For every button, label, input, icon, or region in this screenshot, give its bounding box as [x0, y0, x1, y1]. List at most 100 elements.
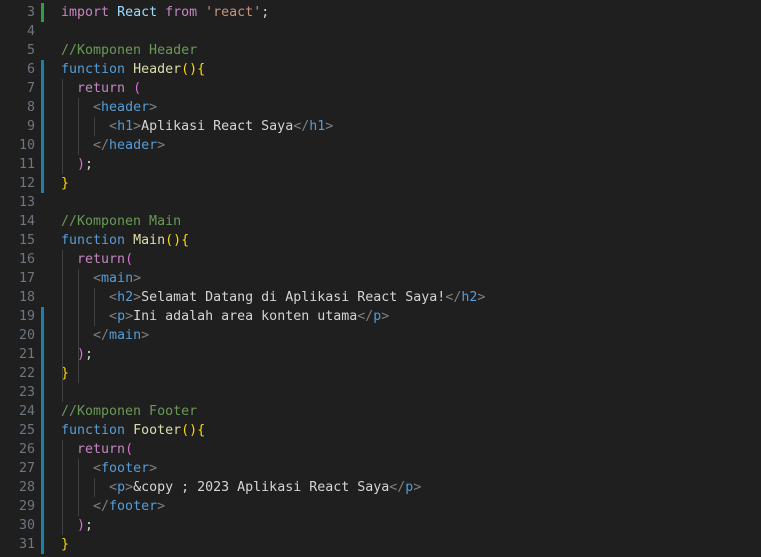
code-line[interactable]: 29 </footer>: [0, 497, 761, 516]
code-token: function: [61, 423, 126, 438]
code-token: header: [101, 100, 150, 115]
code-line[interactable]: 17 <main>: [0, 269, 761, 288]
gutter-modified-marker: [41, 383, 44, 402]
code-token: return: [77, 442, 126, 457]
code-line[interactable]: 13: [0, 193, 761, 212]
code-line[interactable]: 28 <p>&copy ; 2023 Aplikasi React Saya</…: [0, 478, 761, 497]
line-number: 4: [26, 24, 35, 39]
code-line[interactable]: 15 function Main(){: [0, 231, 761, 250]
code-line[interactable]: 9 <h1>Aplikasi React Saya</h1>: [0, 117, 761, 136]
code-token: >: [149, 100, 158, 115]
code-token: h2: [117, 290, 134, 305]
code-line[interactable]: 21 );: [0, 345, 761, 364]
code-token: (): [181, 423, 198, 438]
code-token: >: [133, 271, 142, 286]
code-token: </: [93, 328, 110, 343]
code-token: from: [165, 5, 198, 20]
line-number: 20: [18, 328, 35, 343]
code-line[interactable]: 26 return(: [0, 440, 761, 459]
code-line[interactable]: 8 <header>: [0, 98, 761, 117]
indent-guide: [94, 478, 95, 497]
line-number: 28: [18, 480, 35, 495]
code-token: header: [109, 138, 158, 153]
code-token: //Komponen Header: [61, 43, 198, 58]
code-token: >: [141, 328, 150, 343]
code-line[interactable]: 7 return (: [0, 79, 761, 98]
code-line[interactable]: 14 //Komponen Main: [0, 212, 761, 231]
code-token: <: [93, 461, 102, 476]
indent-guide: [78, 459, 79, 516]
code-line[interactable]: 12}: [0, 174, 761, 193]
line-number: 22: [18, 366, 35, 381]
code-token: (: [125, 442, 134, 457]
code-token: footer: [101, 461, 150, 476]
code-token: ): [77, 157, 86, 172]
code-token: ;: [261, 5, 270, 20]
code-token: <: [93, 100, 102, 115]
line-number: 12: [18, 176, 35, 191]
code-line[interactable]: 10 </header>: [0, 136, 761, 155]
line-number: 7: [26, 81, 35, 96]
code-line[interactable]: 11 );: [0, 155, 761, 174]
code-token: h1: [117, 119, 134, 134]
code-line[interactable]: 20 </main>: [0, 326, 761, 345]
code-line[interactable]: 24 //Komponen Footer: [0, 402, 761, 421]
code-line[interactable]: 22}: [0, 364, 761, 383]
gutter-modified-marker: [41, 459, 44, 478]
code-token: <: [109, 119, 118, 134]
gutter-modified-marker: [41, 98, 44, 117]
line-number: 6: [26, 62, 35, 77]
code-text: }: [61, 174, 69, 193]
code-token: (: [133, 81, 142, 96]
code-token: </: [445, 290, 462, 305]
code-line[interactable]: 4: [0, 22, 761, 41]
code-token: function: [61, 233, 126, 248]
code-token: </: [93, 138, 110, 153]
indent-guide: [62, 250, 63, 402]
code-line[interactable]: 31}: [0, 535, 761, 554]
code-line[interactable]: 16 return(: [0, 250, 761, 269]
code-line[interactable]: 27 <footer>: [0, 459, 761, 478]
code-line[interactable]: 30 );: [0, 516, 761, 535]
line-number: 9: [26, 119, 35, 134]
gutter-modified-marker: [41, 535, 44, 554]
indent-guide: [62, 79, 63, 174]
gutter-modified-marker: [41, 478, 44, 497]
gutter-modified-marker: [41, 440, 44, 459]
gutter-added-marker: [41, 3, 44, 22]
code-token: Ini adalah area konten utama: [133, 309, 358, 324]
line-number: 30: [18, 518, 35, 533]
code-token: <: [93, 271, 102, 286]
code-token: Main: [133, 233, 166, 248]
code-text: import React from 'react';: [61, 3, 269, 22]
code-token: >: [325, 119, 334, 134]
code-line[interactable]: 6 function Header(){: [0, 60, 761, 79]
code-line[interactable]: 23: [0, 383, 761, 402]
code-token: ): [77, 518, 86, 533]
code-line[interactable]: 18 <h2>Selamat Datang di Aplikasi React …: [0, 288, 761, 307]
code-editor[interactable]: 3 import React from 'react'; 4 5 //Komponen …: [0, 0, 761, 557]
gutter-modified-marker: [41, 155, 44, 174]
code-line[interactable]: 5 //Komponen Header: [0, 41, 761, 60]
code-text: );: [61, 516, 93, 535]
code-line[interactable]: 3 import React from 'react';: [0, 3, 761, 22]
code-token: >: [125, 480, 134, 495]
code-line[interactable]: 19 <p>Ini adalah area konten utama</p>: [0, 307, 761, 326]
code-line[interactable]: 25 function Footer(){: [0, 421, 761, 440]
code-token: import: [61, 5, 110, 20]
code-text: <p>Ini adalah area konten utama</p>: [61, 307, 389, 326]
code-token: {: [197, 423, 206, 438]
line-number: 19: [18, 309, 35, 324]
line-number: 31: [18, 537, 35, 552]
code-token: h2: [461, 290, 478, 305]
code-text: return(: [61, 250, 133, 269]
code-token: Footer: [133, 423, 182, 438]
code-token: Aplikasi React Saya: [141, 119, 294, 134]
indent-guide: [78, 98, 79, 155]
line-number: 27: [18, 461, 35, 476]
